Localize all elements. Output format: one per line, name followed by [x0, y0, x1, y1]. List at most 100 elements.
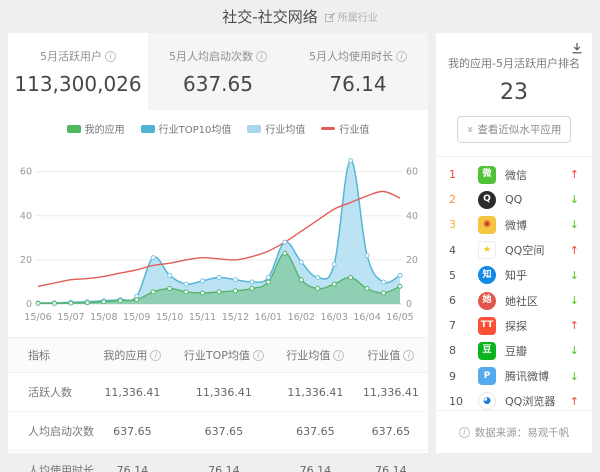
app-name: 探探 [505, 318, 569, 334]
data-point[interactable] [283, 251, 287, 255]
col-header-metric: 指标 [8, 338, 94, 373]
douban-icon: 豆 [478, 342, 496, 360]
data-point[interactable] [316, 276, 320, 280]
app-name: 微博 [505, 217, 569, 233]
data-point[interactable] [332, 282, 336, 286]
data-point[interactable] [85, 301, 89, 305]
data-point[interactable] [349, 159, 353, 163]
data-point[interactable] [266, 276, 270, 280]
trend-chart[interactable]: 0020204040606015/0615/0715/0815/0915/101… [8, 138, 428, 330]
col-header-top: 行业TOP均值 [171, 338, 277, 373]
ranking-row[interactable]: 9P腾讯微博↓ [436, 364, 592, 389]
data-point[interactable] [382, 291, 386, 295]
kpi-tab-duration[interactable]: 5月人均使用时长 76.14 [288, 33, 428, 110]
ranking-row[interactable]: 8豆豆瓣↓ [436, 338, 592, 363]
kpi-tab-launches[interactable]: 5月人均启动次数 637.65 [148, 33, 288, 110]
info-icon[interactable] [403, 350, 414, 361]
legend-swatch [141, 125, 155, 133]
data-point[interactable] [151, 290, 155, 294]
data-point[interactable] [102, 300, 106, 304]
data-point[interactable] [118, 299, 122, 303]
qq-browser-icon: ◕ [478, 392, 496, 410]
data-point[interactable] [184, 282, 188, 286]
data-point[interactable] [332, 262, 336, 266]
data-point[interactable] [233, 278, 237, 282]
industry-link[interactable]: 所属行业 [325, 9, 378, 24]
ranking-row[interactable]: 1微微信↑ [436, 162, 592, 187]
data-point[interactable] [382, 280, 386, 284]
tashequ-icon: 她 [478, 292, 496, 310]
data-point[interactable] [316, 287, 320, 291]
page-title: 社交-社交网络 [222, 6, 317, 27]
table-row: 活跃人数11,336.4111,336.4111,336.4111,336.41 [8, 373, 428, 412]
legend-item[interactable]: 我的应用 [67, 121, 125, 136]
legend-item[interactable]: 行业TOP10均值 [141, 121, 232, 136]
ranking-title: 我的应用-5月活跃用户排名 [436, 55, 592, 71]
data-point[interactable] [168, 273, 172, 277]
data-point[interactable] [266, 280, 270, 284]
data-point[interactable] [365, 287, 369, 291]
page-header: 社交-社交网络 所属行业 [0, 0, 600, 33]
data-point[interactable] [36, 301, 40, 305]
data-point[interactable] [299, 260, 303, 264]
ranking-row[interactable]: 5知知乎↓ [436, 263, 592, 288]
data-point[interactable] [135, 298, 139, 302]
data-point[interactable] [168, 287, 172, 291]
data-point[interactable] [299, 278, 303, 282]
data-point[interactable] [365, 253, 369, 257]
kpi-tab-active-users[interactable]: 5月活跃用户 113,300,026 [8, 33, 148, 110]
data-point[interactable] [283, 240, 287, 244]
metric-name: 活跃人数 [8, 373, 94, 412]
chart-legend: 我的应用 行业TOP10均值行业均值 行业值 [8, 110, 428, 138]
kpi-label: 5月活跃用户 [40, 50, 102, 63]
metric-value: 11,336.41 [354, 373, 428, 412]
metric-value: 76.14 [171, 451, 277, 472]
download-icon[interactable] [571, 42, 583, 54]
app-name: 知乎 [505, 267, 569, 283]
info-icon[interactable] [396, 51, 407, 62]
metric-name: 人均启动次数 [8, 412, 94, 451]
info-icon[interactable] [256, 51, 267, 62]
trend-up-icon: ↑ [569, 319, 579, 332]
rank-number: 7 [449, 319, 467, 332]
data-point[interactable] [52, 301, 56, 305]
info-icon[interactable] [150, 350, 161, 361]
y-axis-tick: 60 [20, 167, 32, 178]
rank-number: 4 [449, 244, 467, 257]
data-point[interactable] [398, 284, 402, 288]
info-icon[interactable] [333, 350, 344, 361]
data-point[interactable] [151, 256, 155, 260]
info-icon[interactable] [253, 350, 264, 361]
trend-down-icon: ↓ [569, 344, 579, 357]
x-axis-tick: 16/05 [386, 312, 413, 323]
info-icon[interactable] [105, 51, 116, 62]
data-point[interactable] [184, 290, 188, 294]
x-axis-tick: 15/08 [90, 312, 117, 323]
view-similar-apps-button[interactable]: » 查看近似水平应用 [457, 116, 572, 143]
data-point[interactable] [398, 273, 402, 277]
x-axis-tick: 15/12 [222, 312, 249, 323]
data-point[interactable] [201, 279, 205, 283]
data-point[interactable] [349, 276, 353, 280]
app-ranking-list: 1微微信↑2QQQ↓3◉微博↓4★QQ空间↑5知知乎↓6她她社区↓7TT探探↑8… [436, 162, 592, 414]
comparison-table: 指标 我的应用 行业TOP均值 行业均值 行业值 活跃人数11,336.4111… [8, 337, 428, 472]
data-point[interactable] [201, 291, 205, 295]
rank-number: 8 [449, 344, 467, 357]
edit-icon [325, 12, 335, 22]
data-point[interactable] [233, 289, 237, 293]
ranking-row[interactable]: 2QQQ↓ [436, 187, 592, 212]
ranking-row[interactable]: 7TT探探↑ [436, 313, 592, 338]
legend-item[interactable]: 行业值 [321, 121, 369, 136]
legend-item[interactable]: 行业均值 [247, 121, 305, 136]
ranking-row[interactable]: 4★QQ空间↑ [436, 238, 592, 263]
ranking-row[interactable]: 3◉微博↓ [436, 212, 592, 237]
data-point[interactable] [250, 280, 254, 284]
data-point[interactable] [69, 301, 73, 305]
data-point[interactable] [217, 290, 221, 294]
data-point[interactable] [250, 287, 254, 291]
trend-down-icon: ↓ [569, 269, 579, 282]
data-point[interactable] [217, 276, 221, 280]
trend-up-icon: ↑ [569, 244, 579, 257]
metric-value: 76.14 [354, 451, 428, 472]
ranking-row[interactable]: 6她她社区↓ [436, 288, 592, 313]
